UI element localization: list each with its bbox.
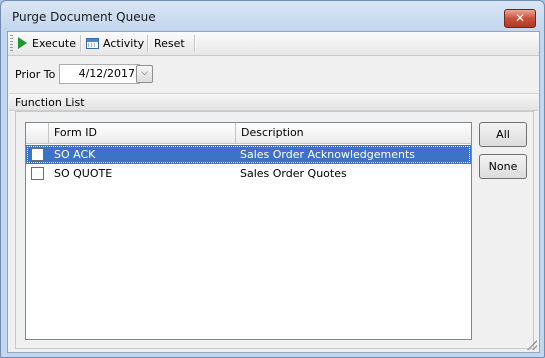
header-checkbox-column[interactable] — [26, 123, 49, 143]
table-row[interactable]: SO QUOTE Sales Order Quotes — [26, 164, 471, 183]
window-title: Purge Document Queue — [12, 10, 156, 24]
toolbar-separator — [194, 35, 196, 52]
grid-header: Form ID Description — [26, 123, 471, 144]
resize-grip[interactable] — [527, 340, 537, 350]
prior-to-date-input[interactable]: 4/12/2017 — [59, 64, 140, 84]
reset-label: Reset — [154, 37, 185, 50]
toolbar-separator — [147, 35, 149, 52]
row-description: Sales Order Quotes — [240, 167, 347, 180]
execute-button[interactable]: Execute — [15, 34, 79, 53]
toolbar-grip[interactable] — [10, 35, 13, 52]
window-client-area: Execute Activity Reset Prior To 4/12/201… — [7, 31, 540, 353]
execute-label: Execute — [32, 37, 76, 50]
select-all-button[interactable]: All — [479, 122, 527, 147]
reset-button[interactable]: Reset — [151, 34, 188, 53]
function-list-panel: Form ID Description SO ACK Sales Order A… — [15, 111, 534, 349]
header-form-id[interactable]: Form ID — [49, 123, 236, 143]
table-row[interactable]: SO ACK Sales Order Acknowledgements — [26, 145, 471, 164]
calendar-grid-icon — [86, 38, 99, 49]
prior-to-label: Prior To — [15, 68, 56, 81]
select-none-button[interactable]: None — [479, 154, 527, 179]
toolbar: Execute Activity Reset — [8, 32, 539, 56]
activity-button[interactable]: Activity — [83, 34, 147, 53]
function-list-title: Function List — [15, 96, 85, 109]
function-list-header: Function List — [9, 93, 538, 111]
play-icon — [18, 37, 27, 49]
activity-label: Activity — [103, 37, 145, 50]
purge-document-queue-window: Purge Document Queue ✕ Execute Activity … — [0, 0, 545, 358]
function-list-grid: Form ID Description SO ACK Sales Order A… — [25, 122, 472, 340]
row-description: Sales Order Acknowledgements — [240, 148, 416, 161]
header-description[interactable]: Description — [236, 123, 471, 143]
row-checkbox[interactable] — [31, 148, 44, 161]
prior-to-dropdown-button[interactable]: ⌵ — [136, 65, 153, 83]
row-form-id: SO QUOTE — [54, 167, 113, 180]
title-bar[interactable]: Purge Document Queue ✕ — [1, 1, 544, 31]
row-form-id: SO ACK — [54, 148, 96, 161]
chevron-down-icon: ⌵ — [141, 68, 148, 78]
close-icon: ✕ — [514, 11, 526, 25]
toolbar-separator — [80, 35, 82, 52]
close-button[interactable]: ✕ — [504, 9, 536, 28]
row-checkbox[interactable] — [31, 167, 44, 180]
